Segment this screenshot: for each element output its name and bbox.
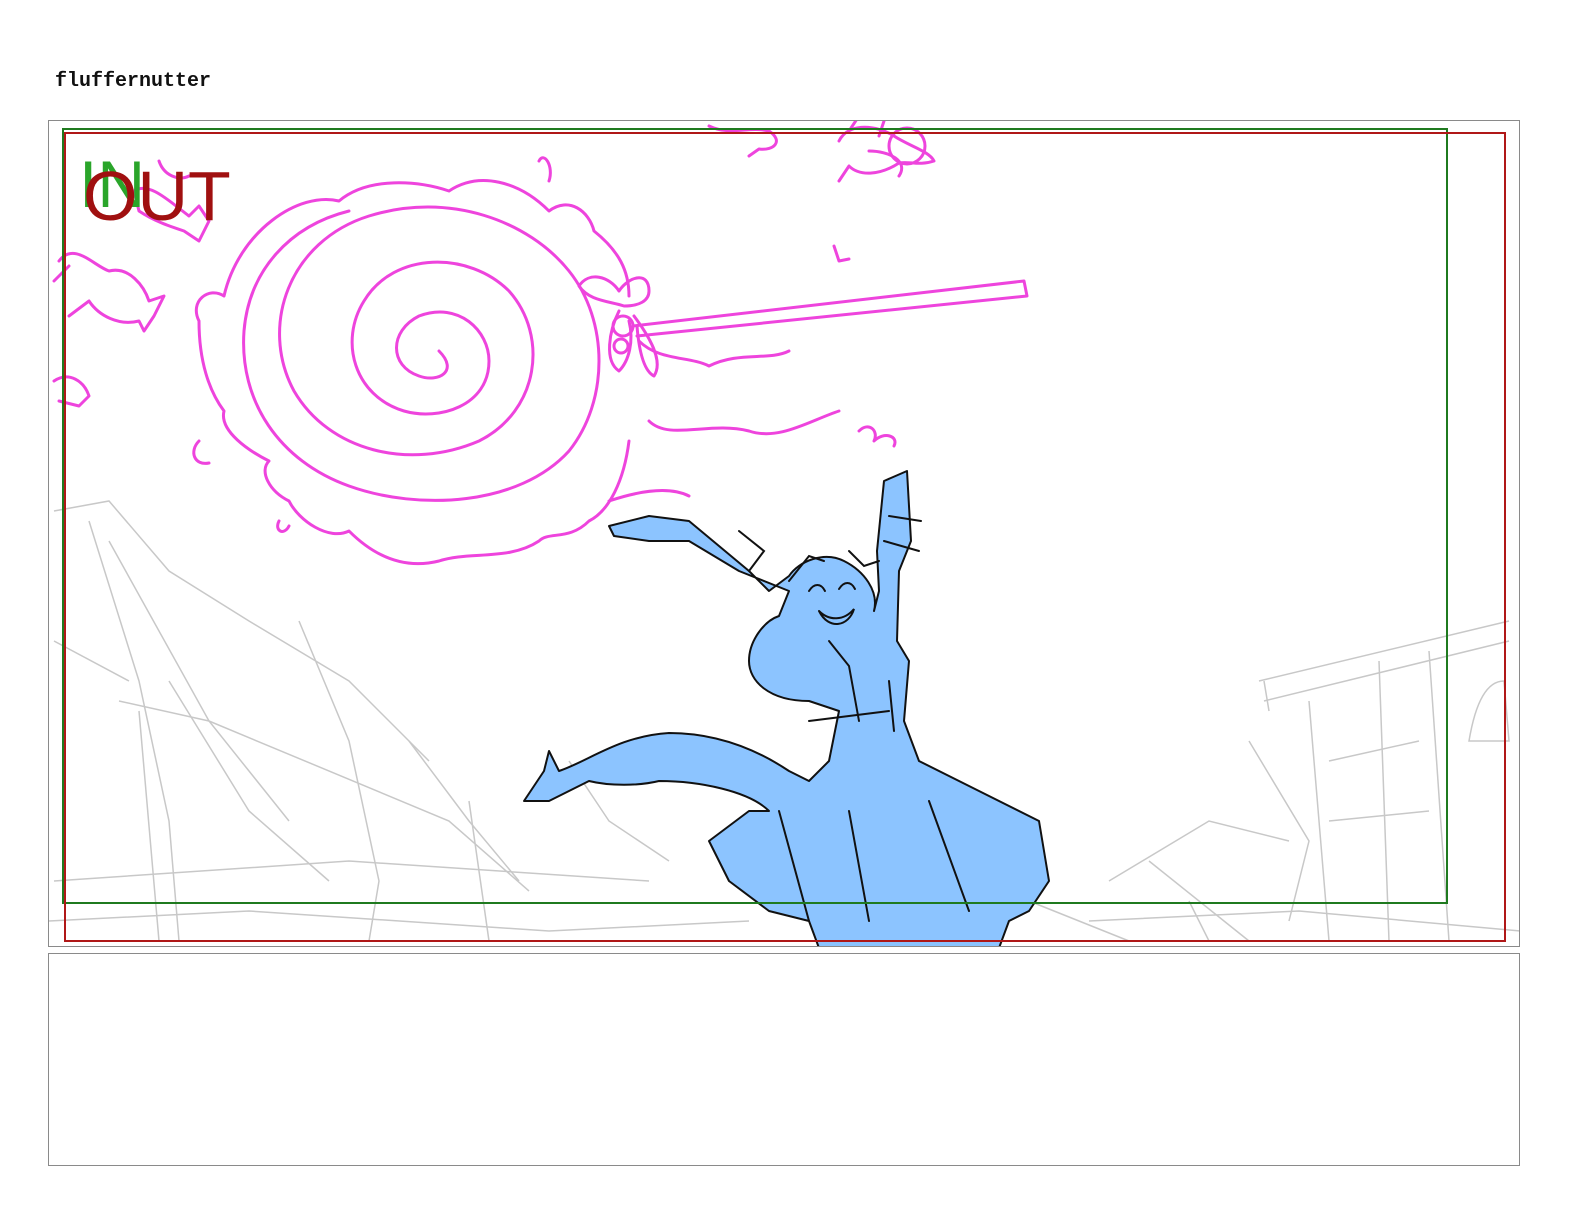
panel-artwork bbox=[49, 121, 1519, 946]
storyboard-panel[interactable]: IN OUT bbox=[48, 120, 1520, 947]
panel-notes-box[interactable] bbox=[48, 953, 1520, 1166]
character-figure bbox=[523, 470, 1050, 946]
out-frame-label: OUT bbox=[83, 157, 231, 235]
page-title: fluffernutter bbox=[55, 70, 212, 93]
